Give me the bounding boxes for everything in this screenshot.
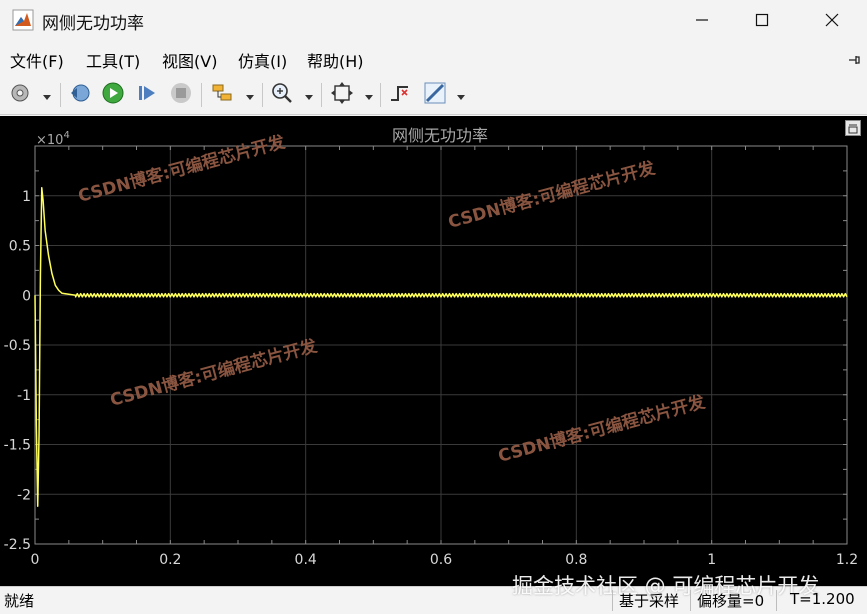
plot-canvas[interactable]: 0 0.2 0.4 0.6 0.8 1 1.2 1 0.5 0 -0.5 -1 -1.5 -2 -2.5 C… [0, 116, 867, 586]
csdn-watermark: CSDN博客:可编程芯片开发 [108, 335, 320, 411]
maximize-icon [755, 13, 769, 27]
y-tick-label: 0.5 [9, 239, 31, 255]
pin-icon[interactable] [847, 52, 861, 71]
zoom-dropdown[interactable] [304, 89, 314, 101]
stop-button[interactable] [167, 81, 195, 109]
csdn-watermark: CSDN博客:可编程芯片开发 [496, 391, 708, 467]
menu-bar: 文件(F) 工具(T) 视图(V) 仿真(I) 帮助(H) [0, 42, 867, 75]
menu-tools[interactable]: 工具(T) [86, 48, 140, 72]
x-tick-label: 0 [31, 552, 40, 568]
status-divider [776, 590, 777, 611]
settings-icon [9, 82, 31, 108]
status-divider [690, 590, 691, 611]
chevron-down-icon [246, 86, 254, 105]
fit-view-dropdown[interactable] [364, 89, 374, 101]
window-title: 网侧无功功率 [42, 14, 144, 34]
step-back-button[interactable] [66, 81, 94, 109]
grid-lines [34, 146, 848, 545]
y-tick-label: -2 [17, 487, 31, 503]
highlight-icon [211, 82, 235, 108]
toolbar-separator [201, 83, 202, 107]
menu-view[interactable]: 视图(V) [162, 48, 217, 72]
y-tick-label: 1 [22, 189, 31, 205]
y-tick-label: -1 [17, 388, 31, 404]
chevron-down-icon [305, 86, 313, 105]
settings-button[interactable] [6, 81, 34, 109]
fit-view-icon [330, 81, 354, 109]
step-forward-icon [136, 82, 158, 108]
fit-view-button[interactable] [328, 81, 356, 109]
x-tick-label: 1 [707, 552, 716, 568]
highlight-dropdown[interactable] [245, 89, 255, 101]
toolbar-separator [60, 83, 61, 107]
triggers-icon [388, 81, 412, 109]
status-ready: 就绪 [4, 592, 35, 610]
close-icon [825, 13, 839, 27]
stop-icon [170, 82, 192, 108]
step-forward-button[interactable] [133, 81, 161, 109]
cursor-measure-button[interactable] [421, 81, 449, 109]
toolbar-separator [380, 83, 381, 107]
cursor-measure-dropdown[interactable] [456, 89, 466, 101]
scope-figure: 网侧无功功率 0 0.2 0.4 0.6 0.8 1 1.2 1 0.5 0 -0.5 -1 -1.5-… [0, 116, 867, 586]
x-tick-label: 0.4 [295, 552, 317, 568]
y-tick-label: 0 [22, 288, 31, 304]
matlab-logo-icon [12, 9, 34, 31]
run-icon [101, 81, 125, 109]
triggers-button[interactable] [386, 81, 414, 109]
menu-simulation[interactable]: 仿真(I) [238, 48, 287, 72]
settings-dropdown[interactable] [42, 89, 52, 101]
status-sample-mode: 基于采样 [619, 592, 680, 610]
status-bar: 就绪 掘金技术社区 @ 可编程芯片开发 基于采样 偏移量=0 T=1.200 [0, 574, 867, 614]
y-tick-label: -0.5 [4, 338, 31, 354]
status-time: T=1.200 [790, 590, 855, 608]
chevron-down-icon [43, 86, 51, 105]
zoom-button[interactable] [268, 81, 296, 109]
minimize-icon [695, 13, 709, 27]
toolbar-separator [321, 83, 322, 107]
close-button[interactable] [799, 0, 865, 40]
title-bar: 网侧无功功率 [0, 0, 867, 40]
x-tick-label: 1.2 [836, 552, 858, 568]
x-tick-label: 0.8 [565, 552, 587, 568]
cursor-measure-icon [423, 81, 447, 109]
maximize-button[interactable] [729, 0, 795, 40]
run-button[interactable] [99, 81, 127, 109]
menu-help[interactable]: 帮助(H) [307, 48, 364, 72]
zoom-icon [270, 81, 294, 109]
menu-file[interactable]: 文件(F) [10, 48, 64, 72]
status-offset: 偏移量=0 [697, 592, 765, 610]
toolbar [0, 75, 867, 115]
y-exponent-label: ×104 [36, 130, 70, 148]
toolbar-separator [262, 83, 263, 107]
y-tick-label: -1.5 [4, 438, 31, 454]
step-back-icon [68, 82, 92, 108]
y-tick-label: -2.5 [4, 537, 31, 553]
chevron-down-icon [365, 86, 373, 105]
x-tick-label: 0.6 [430, 552, 452, 568]
highlight-button[interactable] [209, 81, 237, 109]
x-tick-label: 0.2 [159, 552, 181, 568]
csdn-watermark: CSDN博客:可编程芯片开发 [446, 157, 658, 233]
status-divider [612, 590, 613, 611]
chevron-down-icon [457, 86, 465, 105]
minimize-button[interactable] [669, 0, 735, 40]
